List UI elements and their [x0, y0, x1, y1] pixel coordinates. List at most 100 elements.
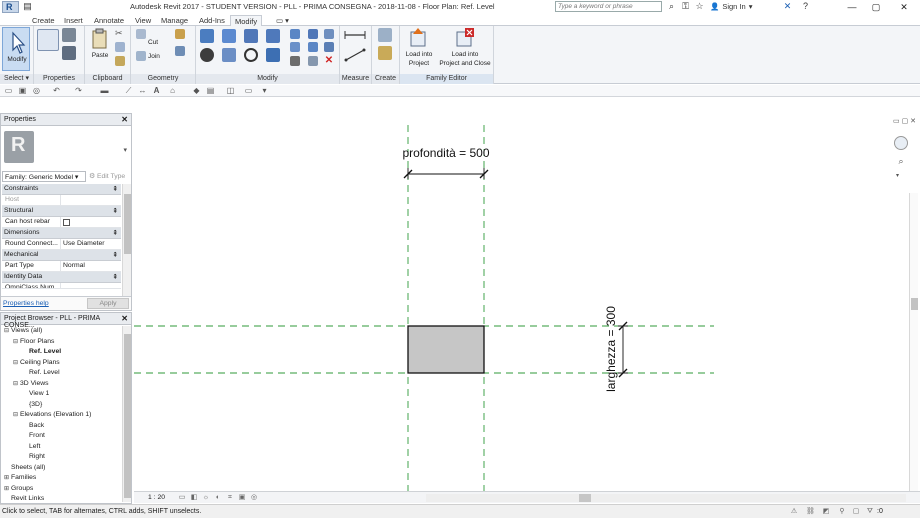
- close-icon[interactable]: ✕: [121, 115, 128, 124]
- mirror-axis-icon[interactable]: [244, 29, 258, 43]
- tree-item[interactable]: ⊟ Elevations (Elevation 1): [2, 410, 122, 421]
- close-icon[interactable]: ✕: [121, 314, 128, 323]
- shadows-icon[interactable]: ◐: [214, 494, 222, 502]
- can-host-rebar-checkbox[interactable]: [63, 219, 70, 226]
- select-underlay-icon[interactable]: ◩: [822, 508, 830, 516]
- tree-item[interactable]: ⊟ Floor Plans: [2, 337, 122, 348]
- extend-icon[interactable]: [324, 29, 334, 39]
- tab-add-ins[interactable]: Add-Ins: [195, 15, 229, 26]
- property-value[interactable]: Normal: [61, 261, 121, 271]
- search-icon[interactable]: ⌕: [666, 1, 677, 12]
- switch-windows-icon[interactable]: ▭: [244, 86, 253, 95]
- print-icon[interactable]: ▬: [100, 86, 109, 95]
- array-icon[interactable]: [290, 42, 300, 52]
- visual-style-icon[interactable]: ◧: [190, 494, 198, 502]
- show-crop-icon[interactable]: ▣: [238, 494, 246, 502]
- close-hidden-windows-icon[interactable]: ◫: [226, 86, 235, 95]
- align-icon[interactable]: [200, 29, 214, 43]
- dimension-qat-icon[interactable]: ↔: [138, 86, 147, 95]
- undo-icon[interactable]: ↶: [52, 86, 61, 95]
- category-identity-data[interactable]: Identity Data ⇞: [2, 272, 121, 283]
- category-constraints[interactable]: Constraints ⇞: [2, 184, 121, 195]
- tree-item[interactable]: Ref. Level: [2, 368, 122, 379]
- array-linear-icon[interactable]: [324, 42, 334, 52]
- project-browser-scroll-thumb[interactable]: [124, 334, 131, 498]
- join-icon[interactable]: [136, 51, 146, 61]
- measure-icon[interactable]: [344, 30, 366, 40]
- category-dimensions[interactable]: Dimensions ⇞: [2, 228, 121, 239]
- exchange-apps-icon[interactable]: ✕: [782, 1, 793, 12]
- move-icon[interactable]: [200, 48, 214, 62]
- collapse-toggle-icon[interactable]: ⊟: [13, 358, 20, 368]
- temporary-hide-icon[interactable]: ◎: [250, 494, 258, 502]
- tree-item[interactable]: ⊞ Groups: [2, 484, 122, 495]
- tree-item[interactable]: ⊟ Views (all): [2, 326, 122, 337]
- tab-create[interactable]: Create: [28, 15, 59, 26]
- trim-icon[interactable]: [308, 29, 318, 39]
- tab-view[interactable]: View: [131, 15, 155, 26]
- collapse-toggle-icon[interactable]: ⊟: [13, 410, 20, 420]
- create-group-icon[interactable]: [378, 46, 392, 60]
- tree-item[interactable]: ⊞ Families: [2, 473, 122, 484]
- expand-toggle-icon[interactable]: ⊞: [4, 473, 11, 483]
- load-into-project-and-close-button[interactable]: Load into Project and Close: [436, 27, 494, 73]
- favorites-star-icon[interactable]: ☆: [694, 1, 705, 12]
- load-into-project-button[interactable]: Load into Project: [402, 27, 436, 73]
- collapse-toggle-icon[interactable]: ⊟: [4, 326, 11, 336]
- project-browser-scrollbar[interactable]: [122, 326, 131, 502]
- split-icon[interactable]: [290, 29, 300, 39]
- canvas-horizontal-scrollbar[interactable]: [426, 494, 906, 502]
- delete-icon[interactable]: ✕: [324, 55, 334, 66]
- default-3d-view-icon[interactable]: ⌂: [168, 86, 177, 95]
- collapse-toggle-icon[interactable]: ⊟: [13, 337, 20, 347]
- cut-label[interactable]: Cut: [148, 39, 158, 47]
- edit-type-button[interactable]: ⚙ Edit Type: [86, 171, 128, 182]
- canvas-vscroll-thumb[interactable]: [911, 298, 918, 310]
- canvas-vertical-scrollbar[interactable]: [909, 193, 918, 493]
- copy-element-icon[interactable]: [222, 48, 236, 62]
- collapse-toggle-icon[interactable]: ⊟: [13, 379, 20, 389]
- text-icon[interactable]: A: [152, 86, 161, 95]
- sync-icon[interactable]: ◎: [32, 86, 41, 95]
- application-menu-button[interactable]: R: [2, 1, 19, 13]
- category-structural[interactable]: Structural ⇞: [2, 206, 121, 217]
- nav-bar-menu-icon[interactable]: ▾: [896, 172, 899, 179]
- aligned-dimension-icon[interactable]: [344, 48, 366, 62]
- drawing-area[interactable]: profondità = 500 larghezza = 300 ▭ ▢ ✕: [134, 113, 920, 493]
- customize-qat-icon[interactable]: ▾: [260, 86, 269, 95]
- filter-icon[interactable]: ⛛: [866, 508, 874, 516]
- type-properties-icon[interactable]: [37, 29, 59, 51]
- panel-select-label[interactable]: Select ▾: [0, 74, 33, 84]
- floor-plan-drawing[interactable]: profondità = 500 larghezza = 300: [134, 113, 920, 491]
- join-label[interactable]: Join: [148, 53, 160, 61]
- tree-item[interactable]: ⊟ Ceiling Plans: [2, 358, 122, 369]
- scale-icon[interactable]: [308, 42, 318, 52]
- steering-wheel-icon[interactable]: [894, 136, 908, 150]
- rotate-icon[interactable]: [244, 48, 258, 62]
- family-type-select[interactable]: Family: Generic Model ▾: [2, 171, 86, 182]
- sign-in-button[interactable]: 👤 Sign In ▾: [710, 2, 752, 11]
- offset-icon[interactable]: [222, 29, 236, 43]
- paint-icon[interactable]: [175, 29, 185, 39]
- tree-item[interactable]: Left: [2, 442, 122, 453]
- trim-extend-icon[interactable]: [266, 48, 280, 62]
- properties-scroll-thumb[interactable]: [124, 194, 131, 254]
- tree-item[interactable]: Ref. Level: [2, 347, 122, 358]
- tab-annotate[interactable]: Annotate: [90, 15, 128, 26]
- detail-level-icon[interactable]: ▭: [178, 494, 186, 502]
- qat-open-icon[interactable]: ▤: [22, 1, 33, 12]
- family-types-icon[interactable]: [62, 28, 76, 42]
- tree-item[interactable]: Sheets (all): [2, 463, 122, 474]
- maximize-button[interactable]: ▢: [864, 0, 888, 14]
- tree-item[interactable]: ⊟ 3D Views: [2, 379, 122, 390]
- zoom-icon[interactable]: ⌕: [895, 156, 907, 168]
- properties-help-link[interactable]: Properties help: [3, 300, 49, 307]
- chevron-down-icon[interactable]: ▾: [123, 146, 127, 154]
- properties-scrollbar[interactable]: [122, 184, 131, 296]
- measure-qat-icon[interactable]: ⟋: [124, 86, 133, 95]
- type-selector-preview[interactable]: R: [4, 131, 34, 163]
- tree-item[interactable]: Front: [2, 431, 122, 442]
- apply-button[interactable]: Apply: [87, 298, 129, 309]
- create-similar-icon[interactable]: [378, 28, 392, 42]
- section-icon[interactable]: ◆: [192, 86, 201, 95]
